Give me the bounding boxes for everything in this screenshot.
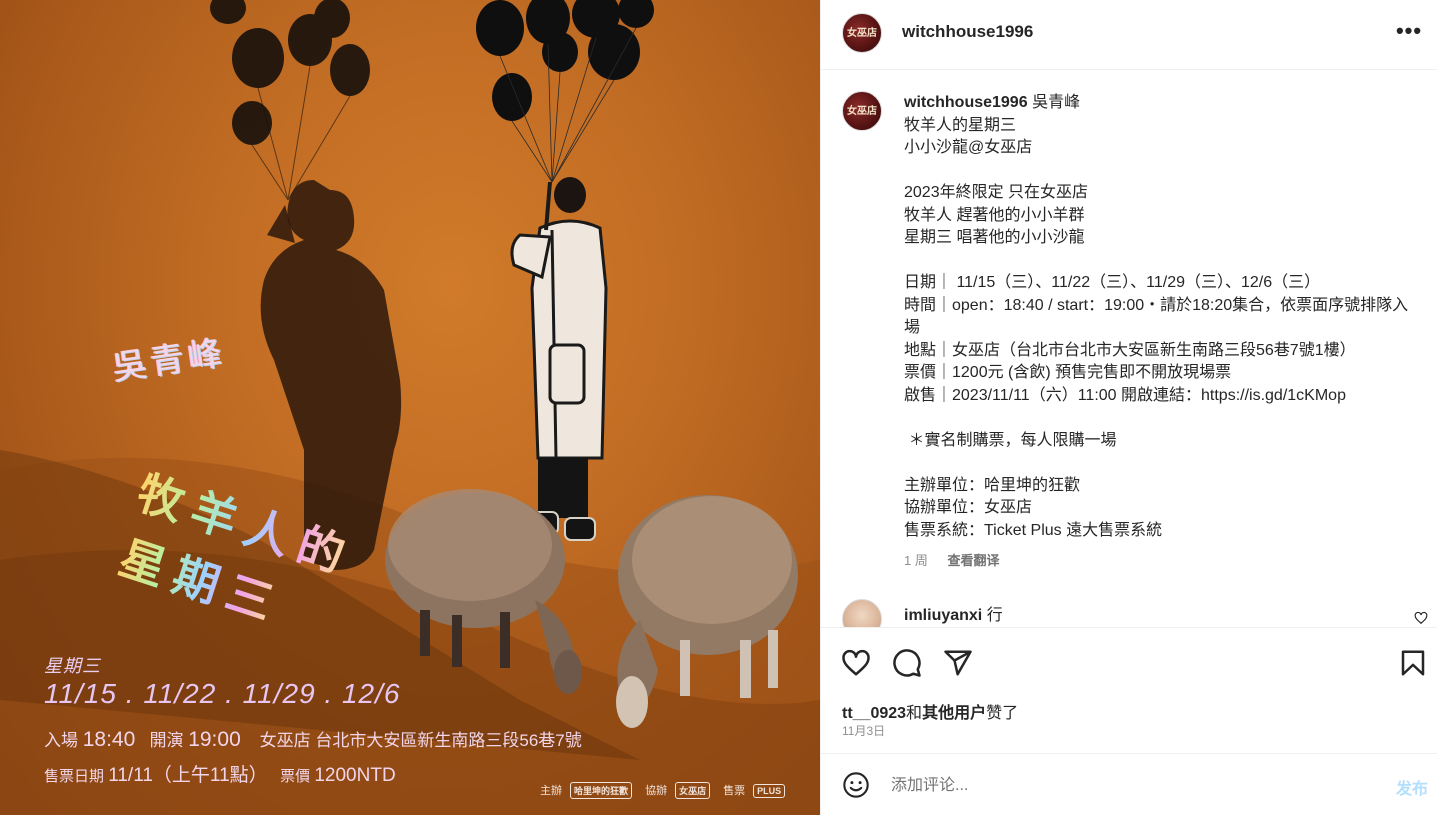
author-avatar[interactable]: 女巫店 [842,13,882,53]
coorganizer-label: 協辦 [645,785,668,797]
post-actions: tt__0923和其他用户赞了 11月3日 [821,627,1437,754]
liked-by-user[interactable]: tt__0923 [842,705,906,722]
caption-line-5: 牧羊人 趕著他的小小羊群 [904,206,1085,224]
poster-weekday: 星期三 [44,656,101,676]
caption-line-4: 2023年終限定 只在女巫店 [904,184,1089,201]
emoji-smiley-icon[interactable] [842,771,870,799]
organizer-label: 主辦 [540,785,562,797]
show-time: 19:00 [188,728,241,751]
price: 1200NTD [314,765,396,786]
comment-body: 行 [986,607,1003,624]
caption-line-8: 日期｜ 11/15（三）、11/22（三）、11/29（三）、12/6（三） [904,274,1321,291]
post-header: 女巫店 witchhouse1996 ••• [821,0,1437,70]
save-bookmark-icon[interactable] [1398,648,1428,678]
organizer-logo: 哈里坤的狂歡 [570,782,633,799]
caption-avatar[interactable]: 女巫店 [842,91,882,131]
commenter-username[interactable]: imliuyanxi [904,607,982,624]
caption-line-7 [904,250,1424,273]
sale-label: 售票日期 [44,768,105,785]
caption-line-2: 小小沙龍@女巫店 [904,139,1033,156]
show-label: 開演 [149,731,184,750]
caption-line-17: 協辦單位：女巫店 [904,499,1033,516]
add-comment-bar: 发布 [821,755,1437,815]
caption-line-16: 主辦單位：哈里坤的狂歡 [904,476,1081,494]
venue: 女巫店 台北市大安區新生南路三段56巷7號 [259,731,582,750]
post-date[interactable]: 11月3日 [842,722,885,739]
liked-by-text: tt__0923和其他用户赞了 [842,705,1019,722]
liked-by-others[interactable]: 其他用户 [922,705,986,722]
caption-line-6: 星期三 唱著他的小小沙龍 [904,229,1085,246]
caption-line-10: 地點｜女巫店（台北市台北市大安區新生南路三段56巷7號1樓） [904,341,1356,359]
comment-text: imliuyanxi 行 [904,601,1003,625]
caption-line-15 [904,452,1424,475]
caption-line-9: 時間｜open：18:40 / start：19:00・請於18:20集合，依票… [904,296,1409,337]
ticketing-label: 售票 [723,785,746,797]
caption-text: witchhouse1996 吳青峰 牧羊人的星期三 小小沙龍@女巫店 2023… [904,92,1424,542]
caption-line-3 [904,160,1424,183]
poster-dates: 11/15 . 11/22 . 11/29 . 12/6 [44,678,401,709]
caption-meta: 1 周 查看翻译 [904,550,1015,569]
comment-bubble-icon[interactable] [892,648,922,678]
more-options-icon[interactable]: ••• [1394,20,1424,46]
price-label: 票價 [280,768,311,785]
post-side-panel: 女巫店 witchhouse1996 ••• 女巫店 witchhouse199… [820,0,1437,815]
poster-sale: 售票日期 11/11（上午11點） 票價 1200NTD [44,760,396,787]
caption-line-1: 牧羊人的星期三 [904,116,1017,134]
comments-section[interactable]: 女巫店 witchhouse1996 吳青峰 牧羊人的星期三 小小沙龍@女巫店 … [821,71,1437,627]
caption-line-13 [904,407,1424,430]
poster-sponsors: 主辦 哈里坤的狂歡 協辦 女巫店 售票 PLUS [540,782,795,799]
caption-time[interactable]: 1 周 [904,553,928,568]
entry-label: 入場 [44,731,78,750]
poster-times: 入場 18:40 開演 19:00 女巫店 台北市大安區新生南路三段56巷7號 [44,726,582,752]
caption-username[interactable]: witchhouse1996 [904,94,1028,111]
caption-line-14: ＊實名制購票，每人限購一場 [904,431,1117,449]
see-translation-link[interactable]: 查看翻译 [947,553,999,568]
share-paper-plane-icon[interactable] [943,648,973,678]
coorganizer-logo: 女巫店 [675,782,711,799]
comment-input[interactable] [891,771,1361,801]
caption-line-0: witchhouse1996 吳青峰 [904,94,1081,111]
comment-like-heart-icon[interactable] [1414,611,1428,625]
caption-line-18: 售票系統：Ticket Plus 遠大售票系統 [904,521,1163,539]
ticketing-logo: PLUS [753,784,786,798]
caption-line-12: 啟售｜2023/11/11（六）11:00 開啟連結：https://is.gd… [904,386,1346,404]
commenter-avatar[interactable] [842,599,882,627]
author-username[interactable]: witchhouse1996 [902,22,1033,42]
caption-line-11: 票價｜1200元 (含飲) 預售完售即不開放現場票 [904,364,1232,381]
like-heart-icon[interactable] [841,648,871,678]
post-comment-button[interactable]: 发布 [1396,775,1428,799]
post-image[interactable]: 吳青峰 牧羊人的 星期三 星期三 11/15 . 11/22 . 11/29 .… [0,0,820,815]
entry-time: 18:40 [82,728,136,751]
sale-date: 11/11（上午11點） [108,765,268,786]
